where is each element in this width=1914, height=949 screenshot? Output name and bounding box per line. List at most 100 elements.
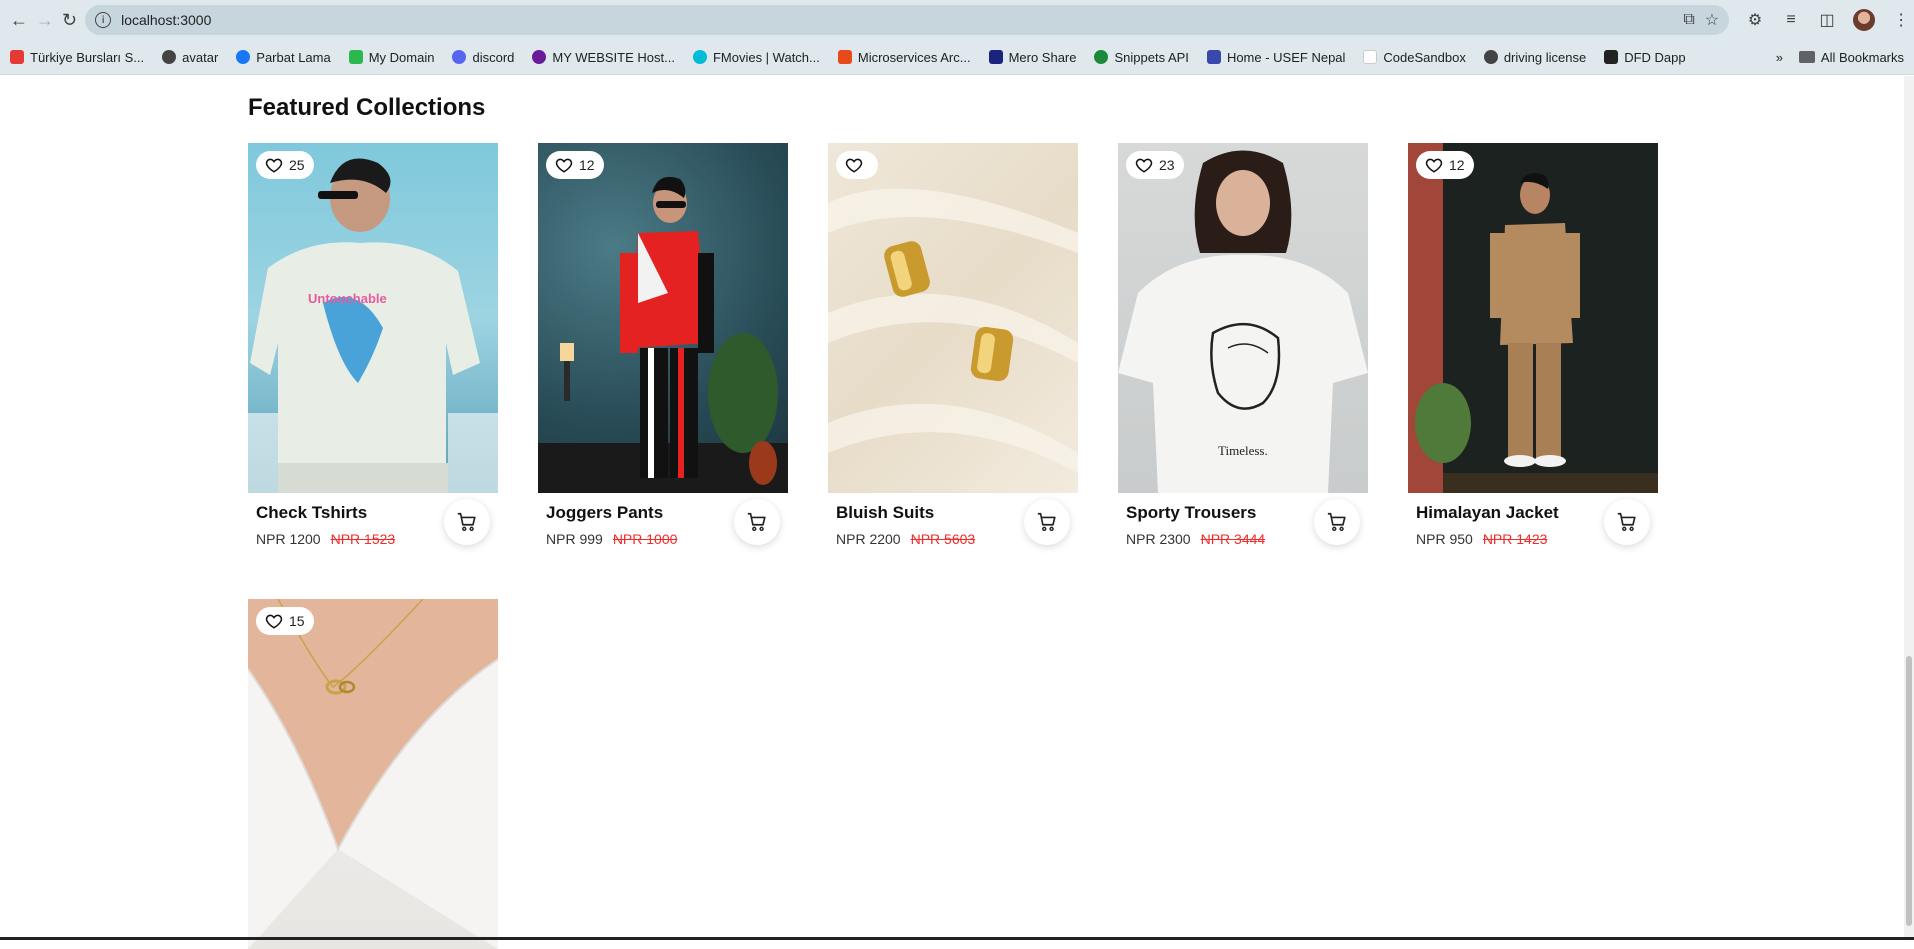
like-button[interactable]: 15 — [256, 607, 314, 635]
add-to-cart-button[interactable] — [1024, 499, 1070, 545]
forward-icon[interactable]: → — [36, 7, 54, 33]
tee-print-text: Timeless. — [1218, 443, 1268, 458]
like-count: 12 — [579, 157, 595, 173]
favicon-icon — [162, 50, 176, 64]
product-photo — [1408, 143, 1658, 493]
product-photo — [538, 143, 788, 493]
share-icon[interactable]: ⧉ — [1683, 11, 1694, 29]
product-photo — [828, 143, 1078, 493]
favicon-icon — [1484, 50, 1498, 64]
product-info: Check Tshirts NPR 1200 NPR 1523 — [248, 493, 498, 578]
profile-avatar[interactable] — [1853, 9, 1875, 31]
scrollbar-thumb[interactable] — [1906, 656, 1912, 926]
product-grid: Untouchable 25 Check Tshirts NPR 1200 NP… — [248, 143, 1658, 949]
like-count: 23 — [1159, 157, 1175, 173]
section-title: Featured Collections — [248, 94, 485, 122]
bookmarks-bar: Türkiye Bursları S... avatar Parbat Lama… — [0, 40, 1914, 74]
reload-icon[interactable]: ↻ — [62, 7, 77, 33]
heart-icon — [265, 156, 283, 174]
product-photo: Timeless. — [1118, 143, 1368, 493]
product-card[interactable]: Timeless. 23 Sporty Trousers NPR 2300 NP… — [1118, 143, 1368, 578]
like-button[interactable]: 25 — [256, 151, 314, 179]
add-to-cart-button[interactable] — [1604, 499, 1650, 545]
bookmark-item[interactable]: Snippets API — [1094, 50, 1188, 65]
product-price: NPR 2300 — [1126, 531, 1191, 547]
cart-icon — [746, 511, 768, 533]
product-image[interactable]: 12 — [538, 143, 788, 493]
add-to-cart-button[interactable] — [734, 499, 780, 545]
heart-icon — [265, 612, 283, 630]
product-card[interactable]: Untouchable 25 Check Tshirts NPR 1200 NP… — [248, 143, 498, 578]
address-url[interactable]: localhost:3000 — [121, 12, 1673, 28]
like-count: 25 — [289, 157, 305, 173]
all-bookmarks-button[interactable]: All Bookmarks — [1799, 50, 1904, 65]
bookmark-item[interactable]: Parbat Lama — [236, 50, 330, 65]
bookmark-item[interactable]: Mero Share — [989, 50, 1077, 65]
product-card[interactable]: Bluish Suits NPR 2200 NPR 5603 — [828, 143, 1078, 578]
bookmark-item[interactable]: CodeSandbox — [1363, 50, 1465, 65]
favicon-icon — [838, 50, 852, 64]
cart-icon — [1326, 511, 1348, 533]
product-photo — [248, 599, 498, 949]
side-panel-icon[interactable]: ◫ — [1817, 10, 1837, 30]
like-button[interactable] — [836, 151, 878, 179]
product-old-price: NPR 3444 — [1201, 531, 1266, 547]
product-info: Bluish Suits NPR 2200 NPR 5603 — [828, 493, 1078, 578]
site-info-icon[interactable]: i — [95, 12, 111, 28]
favicon-icon — [1363, 50, 1377, 64]
heart-icon — [845, 156, 863, 174]
browser-chrome: ← → ↻ i localhost:3000 ⧉ ☆ ⚙ ≡ ◫ ⋮ Türki… — [0, 0, 1914, 75]
like-button[interactable]: 23 — [1126, 151, 1184, 179]
favicon-icon — [1604, 50, 1618, 64]
product-card[interactable]: 12 Joggers Pants NPR 999 NPR 1000 — [538, 143, 788, 578]
product-photo: Untouchable — [248, 143, 498, 493]
bookmark-item[interactable]: Home - USEF Nepal — [1207, 50, 1345, 65]
like-button[interactable]: 12 — [1416, 151, 1474, 179]
menu-kebab-icon[interactable]: ⋮ — [1891, 10, 1911, 30]
product-info: Himalayan Jacket NPR 950 NPR 1423 — [1408, 493, 1658, 578]
bookmark-item[interactable]: FMovies | Watch... — [693, 50, 820, 65]
bookmark-item[interactable]: My Domain — [349, 50, 435, 65]
product-price: NPR 999 — [546, 531, 603, 547]
reading-list-icon[interactable]: ≡ — [1781, 10, 1801, 30]
like-button[interactable]: 12 — [546, 151, 604, 179]
product-image[interactable]: Timeless. 23 — [1118, 143, 1368, 493]
product-card[interactable]: 15 — [248, 599, 498, 949]
bookmark-star-icon[interactable]: ☆ — [1705, 10, 1719, 30]
product-image[interactable] — [828, 143, 1078, 493]
bookmark-item[interactable]: Microservices Arc... — [838, 50, 971, 65]
more-bookmarks-button[interactable]: » — [1776, 50, 1783, 65]
bookmark-item[interactable]: driving license — [1484, 50, 1586, 65]
heart-icon — [555, 156, 573, 174]
add-to-cart-button[interactable] — [1314, 499, 1360, 545]
folder-icon — [1799, 51, 1815, 63]
address-bar[interactable]: i localhost:3000 ⧉ ☆ — [85, 5, 1729, 35]
favicon-icon — [989, 50, 1003, 64]
bookmark-item[interactable]: Türkiye Bursları S... — [10, 50, 144, 65]
product-old-price: NPR 1523 — [331, 531, 396, 547]
favicon-icon — [236, 50, 250, 64]
page-content: Featured Collections Untouchable — [0, 76, 1904, 940]
bookmark-item[interactable]: MY WEBSITE Host... — [532, 50, 675, 65]
add-to-cart-button[interactable] — [444, 499, 490, 545]
bookmark-item[interactable]: avatar — [162, 50, 218, 65]
favicon-icon — [693, 50, 707, 64]
product-image[interactable]: Untouchable 25 — [248, 143, 498, 493]
product-image[interactable]: 15 — [248, 599, 498, 949]
back-icon[interactable]: ← — [10, 7, 28, 33]
heart-icon — [1135, 156, 1153, 174]
like-count: 15 — [289, 613, 305, 629]
favicon-icon — [1094, 50, 1108, 64]
cart-icon — [1616, 511, 1638, 533]
bookmark-item[interactable]: DFD Dapp — [1604, 50, 1685, 65]
product-old-price: NPR 1000 — [613, 531, 678, 547]
tshirt-print-text: Untouchable — [308, 291, 387, 306]
page-scrollbar[interactable] — [1904, 76, 1914, 940]
product-info: Sporty Trousers NPR 2300 NPR 3444 — [1118, 493, 1368, 578]
bookmark-item[interactable]: discord — [452, 50, 514, 65]
product-card[interactable]: 12 Himalayan Jacket NPR 950 NPR 1423 — [1408, 143, 1658, 578]
like-count: 12 — [1449, 157, 1465, 173]
extensions-icon[interactable]: ⚙ — [1745, 10, 1765, 30]
product-price: NPR 950 — [1416, 531, 1473, 547]
product-image[interactable]: 12 — [1408, 143, 1658, 493]
